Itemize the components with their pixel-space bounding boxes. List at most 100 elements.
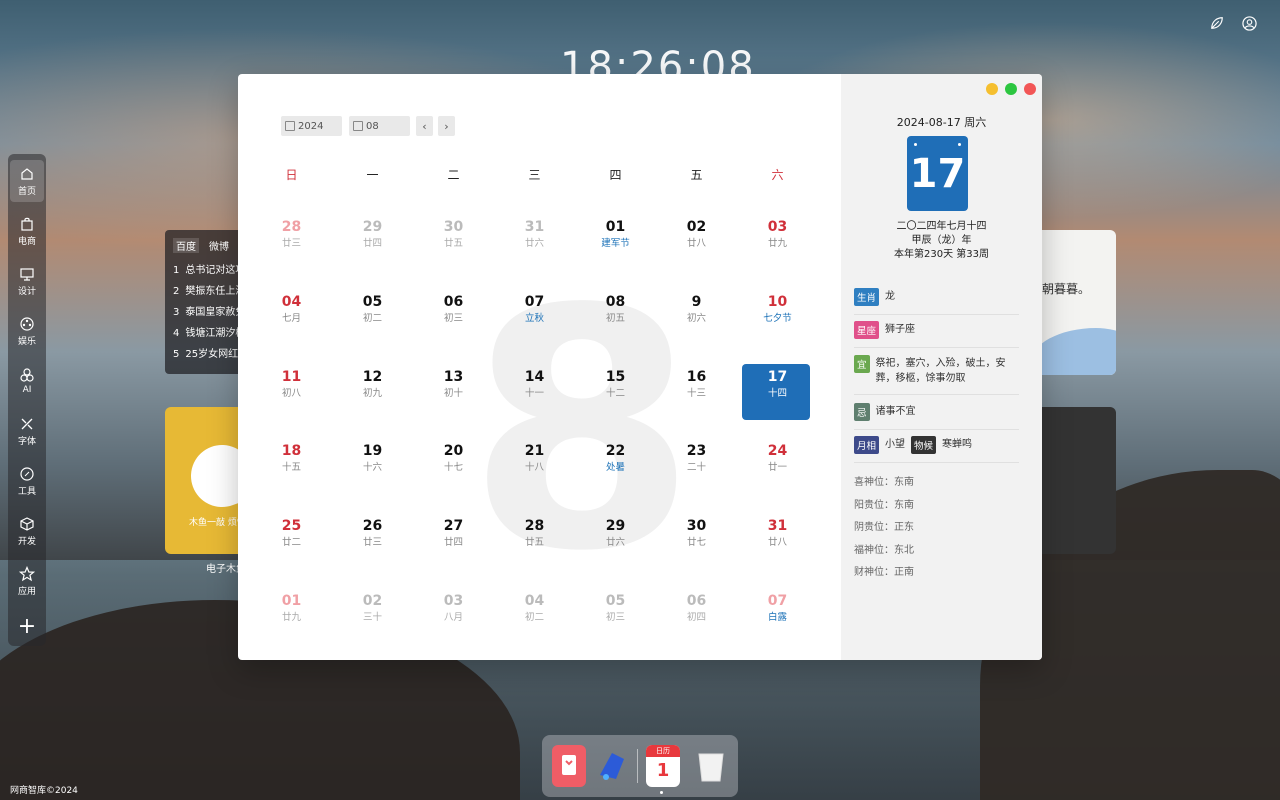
big-day-number: 17 <box>907 136 968 211</box>
day-cell[interactable]: 02 三十 <box>332 588 413 660</box>
lunar-label: 十四 <box>767 387 787 399</box>
god-direction: 福神位：东北 <box>854 545 914 556</box>
lunar-label: 廿五 <box>443 238 463 249</box>
day-cell[interactable]: 13 初十 <box>413 364 494 439</box>
day-cell[interactable]: 04 七月 <box>251 289 332 364</box>
day-cell[interactable]: 08 初五 <box>575 289 656 364</box>
day-cell[interactable]: 23 二十 <box>656 438 737 513</box>
day-cell[interactable]: 18 十五 <box>251 438 332 513</box>
day-cell[interactable]: 27 廿四 <box>413 513 494 588</box>
hot-item[interactable]: 3 泰国皇家赦免 <box>173 303 245 324</box>
day-cell[interactable]: 01 廿九 <box>251 588 332 660</box>
day-cell[interactable]: 24 廿一 <box>737 438 818 513</box>
nav-item-design[interactable]: 设计 <box>10 260 44 302</box>
day-cell[interactable]: 22 处暑 <box>575 438 656 513</box>
dark-widget[interactable] <box>1040 407 1116 554</box>
add-nav-button[interactable]: + <box>18 614 36 639</box>
day-cell[interactable]: 14 十一 <box>494 364 575 439</box>
day-cell[interactable]: 31 廿八 <box>737 513 818 588</box>
tab-baidu[interactable]: 百度 <box>173 238 199 253</box>
monitor-icon <box>20 267 34 281</box>
calendar-small-icon <box>285 121 295 131</box>
nav-item-tools[interactable]: 工具 <box>10 460 44 502</box>
nav-item-fonts[interactable]: 字体 <box>10 410 44 452</box>
day-cell[interactable]: 29 廿六 <box>575 513 656 588</box>
quote-widget[interactable]: 朝暮暮。 <box>1040 230 1116 375</box>
nav-item-ecommerce[interactable]: 电商 <box>10 210 44 252</box>
lunar-label: 廿三 <box>281 238 301 249</box>
moon-phase-value: 小望 <box>885 439 906 450</box>
nav-label: AI <box>22 385 32 395</box>
day-number: 20 <box>443 443 464 460</box>
day-cell[interactable]: 28 廿三 <box>251 214 332 289</box>
day-cell[interactable]: 11 初八 <box>251 364 332 439</box>
month-select[interactable]: 08 <box>349 116 410 136</box>
day-cell[interactable]: 20 十七 <box>413 438 494 513</box>
prev-month-button[interactable]: ‹ <box>416 116 433 136</box>
nav-item-ai[interactable]: AI <box>10 360 44 402</box>
wooden-fish-widget[interactable]: 木鱼一敲 烦恼 <box>165 407 240 554</box>
day-cell[interactable]: 03 八月 <box>413 588 494 660</box>
day-cell[interactable]: 16 十三 <box>656 364 737 439</box>
day-cell[interactable]: 15 十二 <box>575 364 656 439</box>
day-cell[interactable]: 07 白露 <box>737 588 818 660</box>
nav-item-dev[interactable]: 开发 <box>10 510 44 552</box>
year-select[interactable]: 2024 <box>281 116 342 136</box>
hot-item[interactable]: 5 25岁女网红在 <box>173 345 248 366</box>
day-number: 02 <box>686 219 707 235</box>
nav-item-home[interactable]: 首页 <box>10 160 44 202</box>
day-cell[interactable]: 28 廿五 <box>494 513 575 588</box>
lunar-label: 初四 <box>686 611 706 623</box>
minimize-button[interactable] <box>986 83 998 95</box>
day-cell[interactable]: 02 廿八 <box>656 214 737 289</box>
lunar-date: 二〇二四年七月十四 <box>896 221 987 232</box>
day-cell-today[interactable]: 17 十四 <box>737 363 818 439</box>
day-cell[interactable]: 30 廿五 <box>413 214 494 289</box>
day-cell[interactable]: 12 初九 <box>332 364 413 439</box>
day-number: 03 <box>767 219 788 235</box>
day-cell[interactable]: 29 廿四 <box>332 214 413 289</box>
hot-item[interactable]: 1 总书记对这项 <box>173 261 245 282</box>
dock-separator <box>637 749 638 783</box>
day-cell[interactable]: 03 廿九 <box>737 214 818 289</box>
day-cell[interactable]: 05 初三 <box>575 588 656 660</box>
dock-app-trash[interactable] <box>694 745 728 787</box>
hot-rank: 2 <box>173 286 180 297</box>
dock-app-calendar[interactable]: 日历 1 <box>646 745 680 787</box>
god-direction: 财神位：正南 <box>854 567 914 578</box>
avoid-row: 忌 诸事不宜 <box>854 403 1019 430</box>
day-cell[interactable]: 07 立秋 <box>494 289 575 364</box>
nav-label: 应用 <box>17 586 36 597</box>
hot-item[interactable]: 4 钱塘江潮汐树 <box>173 324 245 345</box>
hot-item[interactable]: 2 樊振东任上海 <box>173 282 245 303</box>
day-number: 30 <box>686 518 707 535</box>
day-cell[interactable]: 9 初六 <box>656 289 737 364</box>
day-cell[interactable]: 04 初二 <box>494 588 575 660</box>
day-cell[interactable]: 10 七夕节 <box>737 289 818 364</box>
leaf-icon[interactable] <box>1208 14 1226 32</box>
day-cell[interactable]: 06 初三 <box>413 289 494 364</box>
day-number: 30 <box>443 219 464 235</box>
day-cell[interactable]: 06 初四 <box>656 588 737 660</box>
nav-item-apps[interactable]: 应用 <box>10 560 44 602</box>
day-cell[interactable]: 21 十八 <box>494 438 575 513</box>
tab-weibo[interactable]: 微博 <box>209 238 229 253</box>
nav-label: 字体 <box>17 436 36 447</box>
dock-app-ink[interactable] <box>594 745 628 787</box>
day-cell[interactable]: 05 初二 <box>332 289 413 364</box>
dock-app-bookmark[interactable] <box>552 745 586 787</box>
day-cell[interactable]: 31 廿六 <box>494 214 575 289</box>
day-cell[interactable]: 26 廿三 <box>332 513 413 588</box>
nav-item-entertainment[interactable]: 娱乐 <box>10 310 44 352</box>
day-cell[interactable]: 01 建军节 <box>575 214 656 289</box>
lunar-label: 十二 <box>605 387 625 399</box>
next-month-button[interactable]: › <box>438 116 455 136</box>
day-cell[interactable]: 19 十六 <box>332 438 413 513</box>
hot-rank: 1 <box>173 265 180 276</box>
maximize-button[interactable] <box>1005 83 1017 95</box>
day-cell[interactable]: 25 廿二 <box>251 513 332 588</box>
lunar-label: 廿六 <box>605 537 625 549</box>
day-cell[interactable]: 30 廿七 <box>656 513 737 588</box>
user-icon[interactable] <box>1240 14 1258 32</box>
close-button[interactable] <box>1024 83 1036 95</box>
